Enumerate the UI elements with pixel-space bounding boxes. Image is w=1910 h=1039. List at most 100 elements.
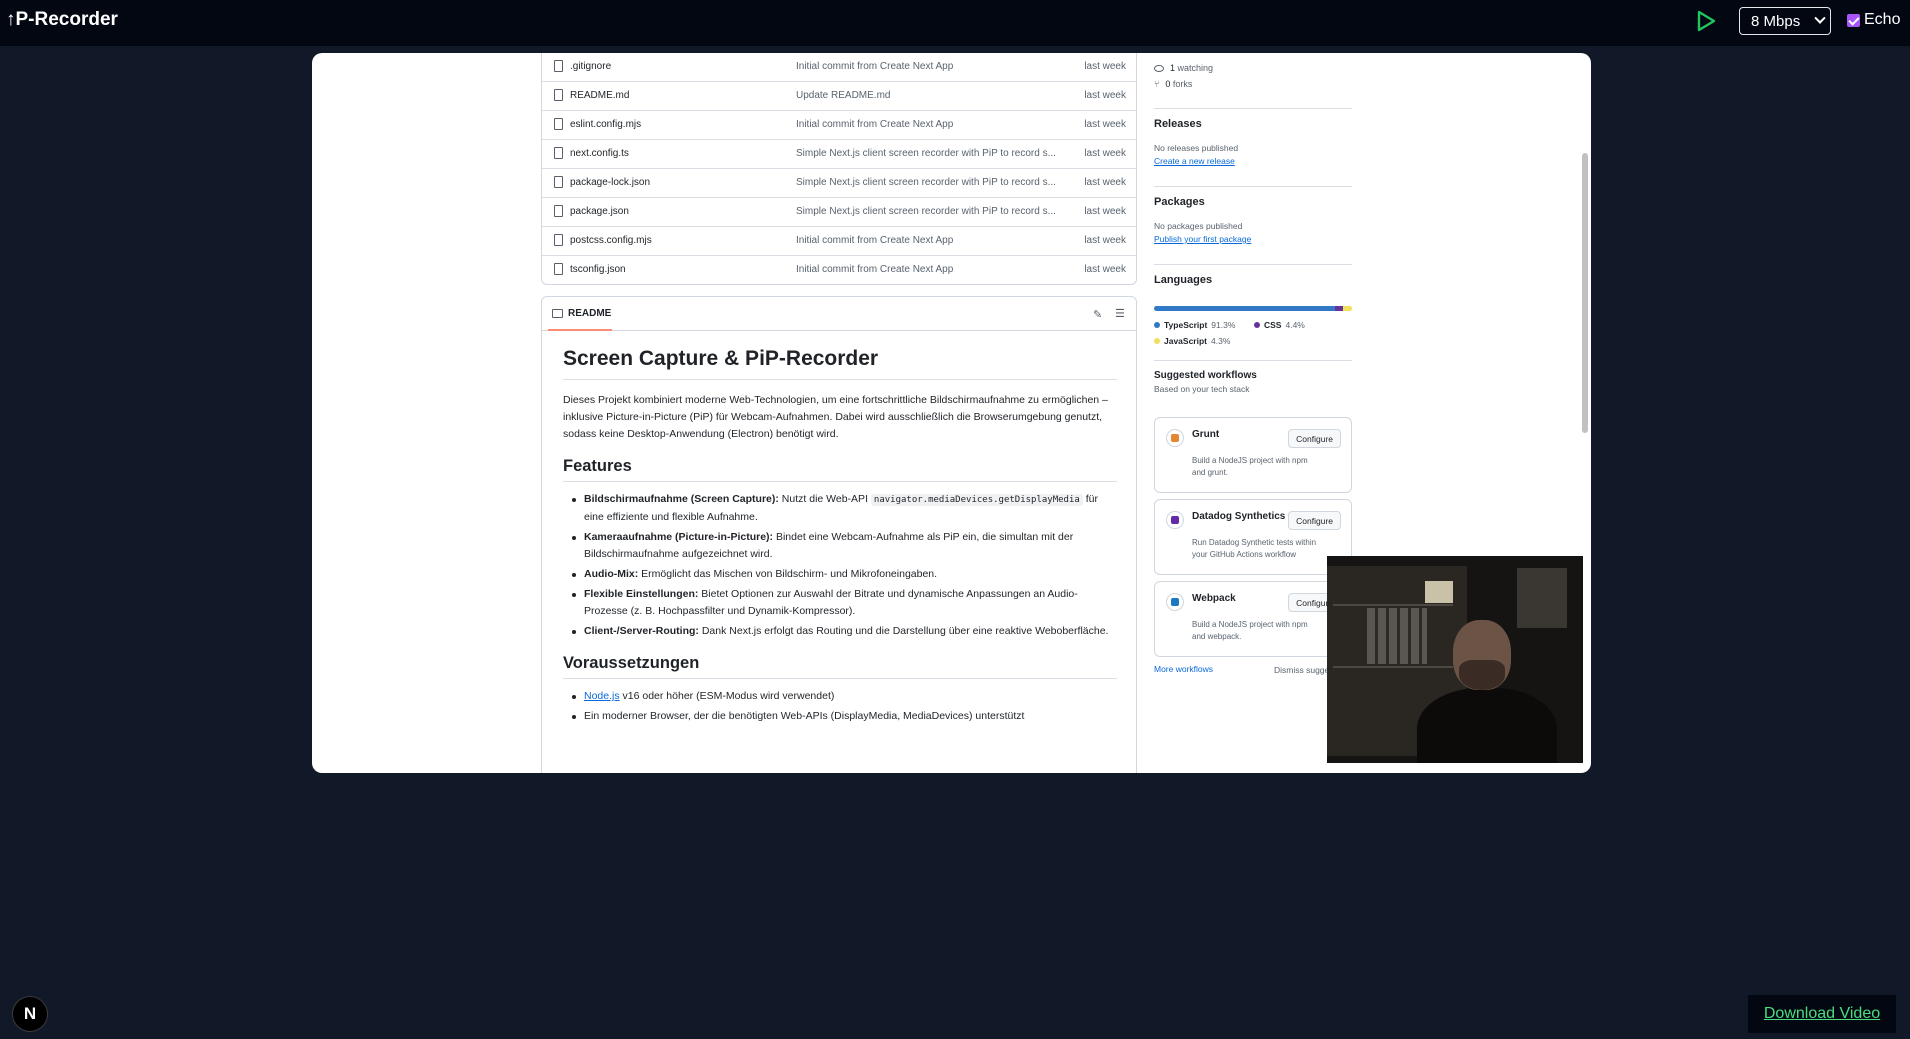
file-name[interactable]: .gitignore — [570, 61, 611, 72]
lang-dot — [1154, 322, 1160, 328]
configure-button[interactable]: Configure — [1288, 429, 1341, 448]
scrollbar[interactable] — [1582, 153, 1588, 433]
dismiss-suggestions[interactable]: Dismiss sugge — [1274, 665, 1329, 675]
record-play-button[interactable] — [1695, 9, 1717, 33]
file-row[interactable]: package-lock.json Simple Next.js client … — [542, 169, 1136, 198]
workflow-desc: Build a NodeJS project with npm and webp… — [1192, 620, 1308, 641]
watching-stat[interactable]: 1 watching — [1154, 63, 1213, 73]
workflow-card-grunt: Grunt Build a NodeJS project with npm an… — [1154, 417, 1352, 493]
file-name[interactable]: postcss.config.mjs — [570, 235, 652, 246]
readme-content: Screen Capture & PiP-Recorder Dieses Pro… — [563, 347, 1117, 739]
download-video-link[interactable]: Download Video — [1748, 995, 1896, 1033]
file-row[interactable]: next.config.ts Simple Next.js client scr… — [542, 140, 1136, 169]
fork-icon: ⑂ — [1154, 79, 1160, 89]
bitrate-selected-value: 8 Mbps — [1751, 12, 1801, 30]
commit-message[interactable]: Initial commit from Create Next App — [796, 235, 1056, 246]
file-icon — [554, 60, 563, 72]
publish-package-link[interactable]: Publish your first package — [1154, 234, 1251, 244]
file-row[interactable]: package.json Simple Next.js client scree… — [542, 198, 1136, 227]
echo-label: Echo — [1864, 11, 1901, 28]
bitrate-select[interactable]: 8 Mbps — [1739, 7, 1831, 35]
book-icon — [552, 309, 563, 318]
active-tab-indicator — [548, 329, 612, 331]
releases-text: No releases published — [1154, 143, 1239, 153]
file-row[interactable]: postcss.config.mjs Initial commit from C… — [542, 227, 1136, 256]
commit-message[interactable]: Simple Next.js client screen recorder wi… — [796, 206, 1056, 217]
commit-date: last week — [1084, 119, 1126, 130]
nextjs-dev-badge[interactable]: N — [12, 996, 48, 1032]
file-name[interactable]: README.md — [570, 90, 629, 101]
readme-header: README ✎ ☰ — [542, 297, 1136, 331]
list-item: Bildschirmaufnahme (Screen Capture): Nut… — [563, 491, 1117, 526]
file-icon — [554, 89, 563, 101]
commit-date: last week — [1084, 61, 1126, 72]
list-item: Kameraaufnahme (Picture-in-Picture): Bin… — [563, 529, 1117, 563]
echo-checkbox[interactable] — [1847, 13, 1860, 27]
forks-stat[interactable]: ⑂ 0 forks — [1154, 79, 1192, 89]
webpack-logo-icon — [1166, 593, 1184, 611]
more-workflows-link[interactable]: More workflows — [1154, 664, 1213, 674]
commit-message[interactable]: Update README.md — [796, 90, 1056, 101]
file-row[interactable]: .gitignore Initial commit from Create Ne… — [542, 53, 1136, 82]
readme-title: Screen Capture & PiP-Recorder — [563, 347, 1117, 380]
workflow-card-webpack: Webpack Build a NodeJS project with npm … — [1154, 581, 1352, 657]
lang-dot — [1154, 338, 1160, 344]
file-row[interactable]: tsconfig.json Initial commit from Create… — [542, 256, 1136, 285]
workflows-heading: Suggested workflows — [1154, 370, 1257, 381]
file-name[interactable]: package-lock.json — [570, 177, 650, 188]
commit-message[interactable]: Initial commit from Create Next App — [796, 119, 1056, 130]
lang-typescript[interactable]: TypeScript 91.3% — [1154, 320, 1235, 330]
file-name[interactable]: eslint.config.mjs — [570, 119, 641, 130]
prereq-list: Node.js v16 oder höher (ESM-Modus wird v… — [563, 688, 1117, 725]
commit-date: last week — [1084, 90, 1126, 101]
list-icon[interactable]: ☰ — [1115, 307, 1125, 320]
packages-text: No packages published — [1154, 221, 1243, 231]
file-name[interactable]: tsconfig.json — [570, 264, 626, 275]
code-snippet: navigator.mediaDevices.getDisplayMedia — [870, 494, 1083, 506]
file-row[interactable]: eslint.config.mjs Initial commit from Cr… — [542, 111, 1136, 140]
list-item: Client-/Server-Routing: Dank Next.js erf… — [563, 623, 1117, 640]
file-name[interactable]: next.config.ts — [570, 148, 629, 159]
readme-intro: Dieses Projekt kombiniert moderne Web-Te… — [563, 394, 1108, 440]
file-name[interactable]: package.json — [570, 206, 629, 217]
file-icon — [554, 205, 563, 217]
readme-panel: README ✎ ☰ Screen Capture & PiP-Recorder… — [541, 296, 1137, 773]
divider — [1154, 360, 1352, 361]
top-bar: ↑P-Recorder 8 Mbps Echo — [0, 0, 1910, 46]
commit-date: last week — [1084, 235, 1126, 246]
workflow-name: Webpack — [1192, 593, 1236, 604]
prereq-heading: Voraussetzungen — [563, 654, 1117, 679]
readme-tab[interactable]: README — [552, 308, 611, 319]
pencil-icon[interactable]: ✎ — [1093, 308, 1102, 321]
configure-button[interactable]: Configure — [1288, 511, 1341, 530]
lang-css[interactable]: CSS 4.4% — [1254, 320, 1305, 330]
workflow-name: Grunt — [1192, 429, 1220, 440]
commit-message[interactable]: Initial commit from Create Next App — [796, 264, 1056, 275]
lang-bar-typescript — [1154, 306, 1335, 311]
workflow-desc: Run Datadog Synthetic tests within your … — [1192, 538, 1317, 559]
echo-toggle[interactable]: Echo — [1847, 11, 1900, 29]
commit-date: last week — [1084, 148, 1126, 159]
repo-main-column: .gitignore Initial commit from Create Ne… — [541, 53, 1137, 773]
commit-message[interactable]: Initial commit from Create Next App — [796, 61, 1056, 72]
workflows-sub: Based on your tech stack — [1154, 384, 1250, 394]
file-icon — [554, 176, 563, 188]
languages-bar — [1154, 306, 1352, 311]
nodejs-link[interactable]: Node.js — [584, 690, 620, 702]
divider — [1154, 264, 1352, 265]
releases-heading[interactable]: Releases — [1154, 118, 1202, 130]
commit-message[interactable]: Simple Next.js client screen recorder wi… — [796, 177, 1056, 188]
lang-bar-javascript — [1343, 306, 1352, 311]
packages-heading[interactable]: Packages — [1154, 196, 1205, 208]
file-icon — [554, 263, 563, 275]
file-row[interactable]: README.md Update README.md last week — [542, 82, 1136, 111]
lang-bar-css — [1334, 306, 1344, 311]
grunt-logo-icon — [1166, 429, 1184, 447]
lang-javascript[interactable]: JavaScript 4.3% — [1154, 336, 1230, 346]
divider — [1154, 186, 1352, 187]
commit-date: last week — [1084, 264, 1126, 275]
commit-message[interactable]: Simple Next.js client screen recorder wi… — [796, 148, 1056, 159]
workflow-desc: Build a NodeJS project with npm and grun… — [1192, 456, 1308, 477]
chevron-down-icon — [1814, 12, 1826, 24]
create-release-link[interactable]: Create a new release — [1154, 156, 1235, 166]
